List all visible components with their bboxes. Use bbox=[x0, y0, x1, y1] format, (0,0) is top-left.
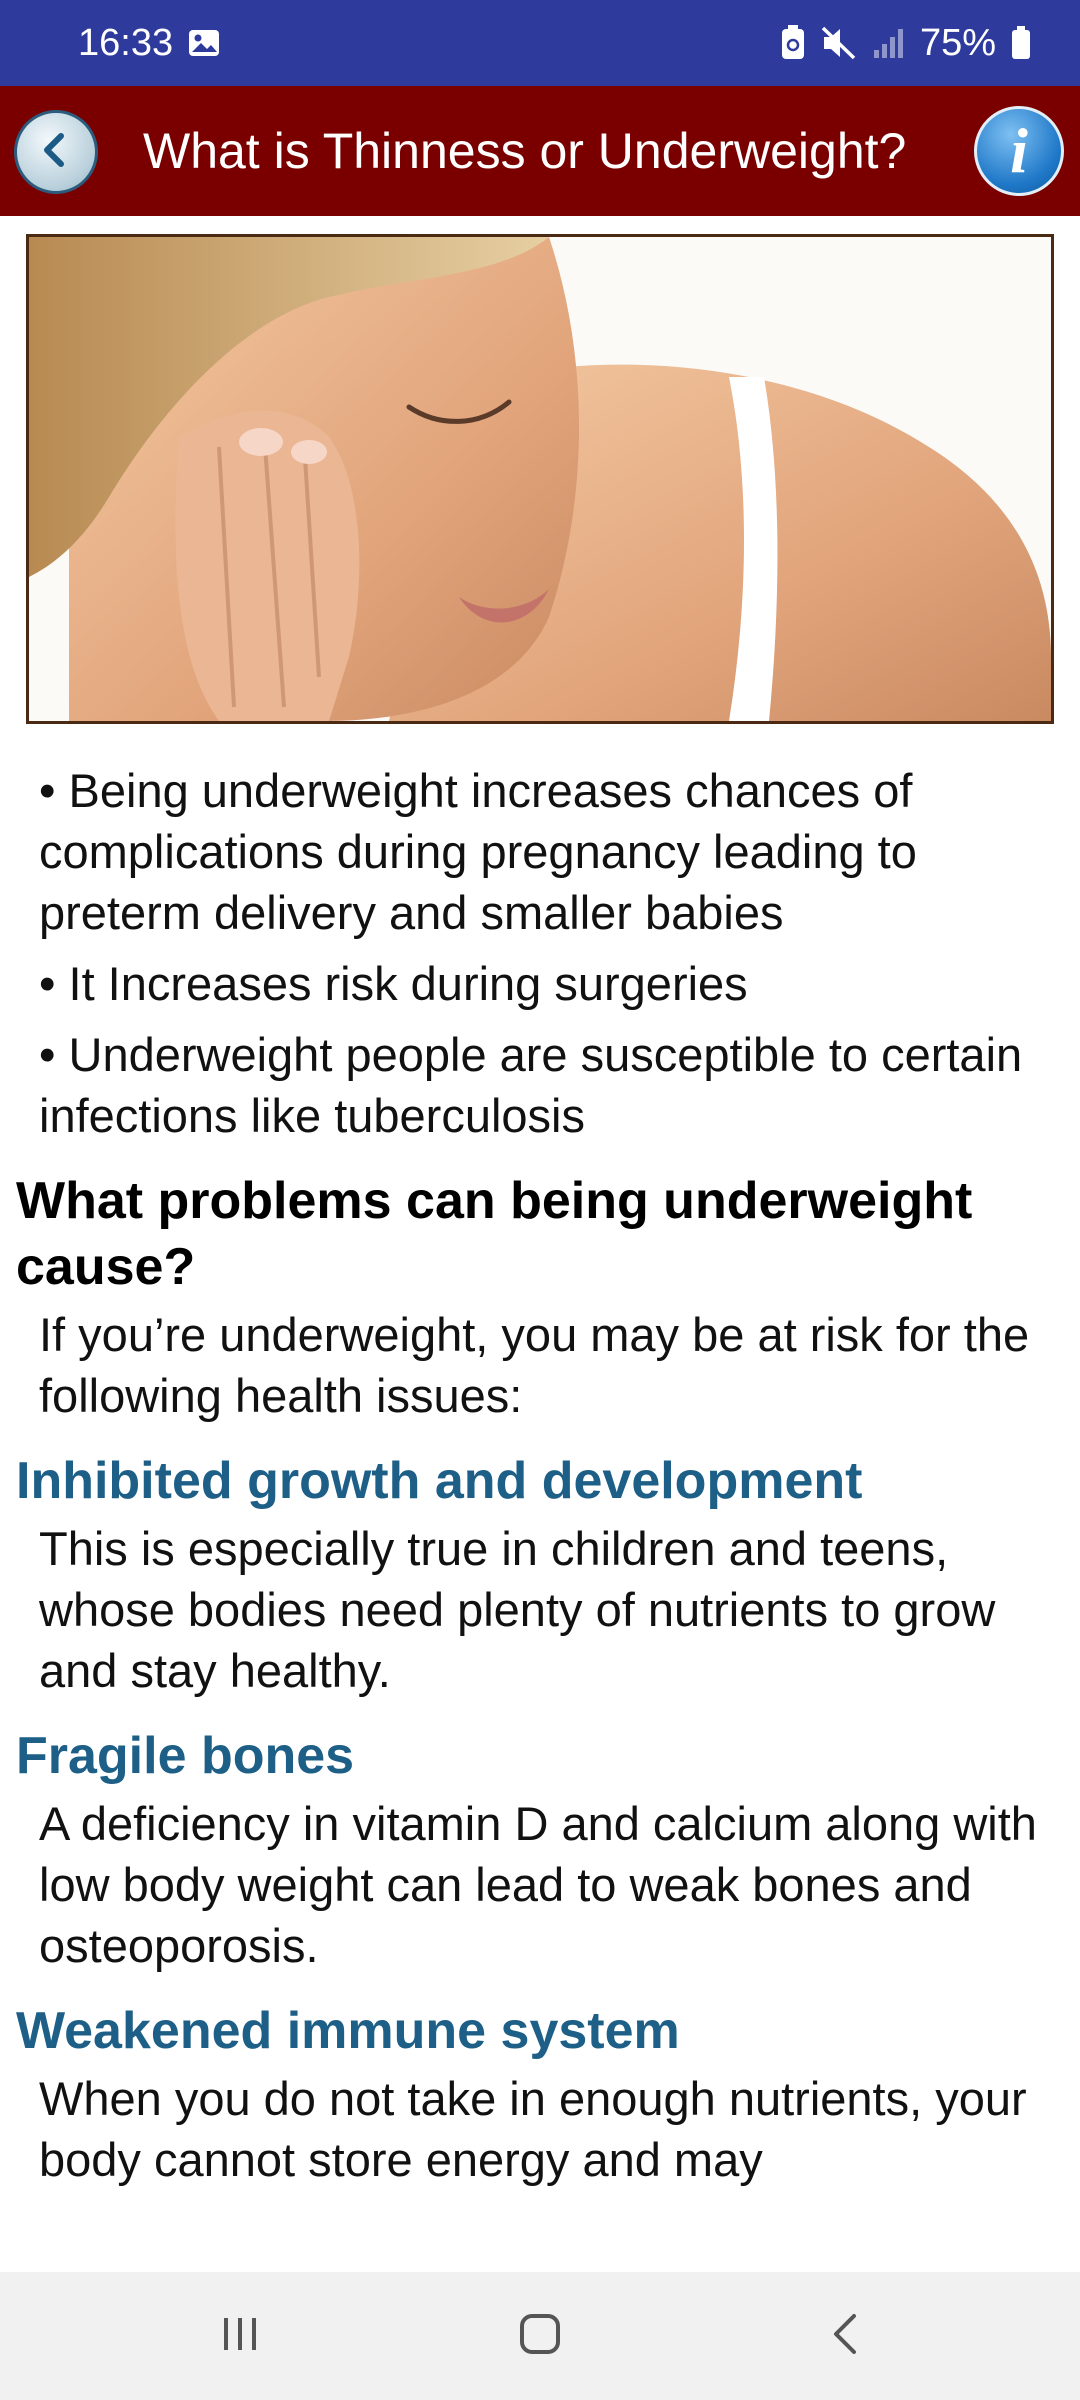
battery-saver-icon bbox=[780, 25, 806, 61]
status-time: 16:33 bbox=[78, 21, 174, 64]
status-bar: 16:33 75% bbox=[0, 0, 1080, 86]
signal-icon bbox=[872, 26, 906, 60]
issue-heading-bones: Fragile bones bbox=[16, 1727, 355, 1785]
back-icon bbox=[824, 2312, 868, 2361]
issue-heading-immune: Weakened immune system bbox=[16, 2002, 680, 2060]
article-content: • Being underweight increases chances of… bbox=[0, 760, 1080, 2190]
app-bar: What is Thinness or Underweight? i bbox=[0, 86, 1080, 216]
risk-list: • Being underweight increases chances of… bbox=[0, 760, 1080, 1146]
section-intro: If you’re underweight, you may be at ris… bbox=[39, 1308, 1030, 1422]
list-item: • It Increases risk during surgeries bbox=[39, 957, 748, 1010]
hero-image bbox=[26, 234, 1054, 724]
issue-text-immune: When you do not take in enough nutrients… bbox=[39, 2072, 1027, 2186]
issue-text-bones: A deficiency in vitamin D and calcium al… bbox=[39, 1797, 1037, 1972]
mute-icon bbox=[820, 25, 858, 61]
tired-woman-illustration bbox=[29, 237, 1051, 721]
issue-text-growth: This is especially true in children and … bbox=[39, 1522, 996, 1697]
battery-percent: 75% bbox=[919, 21, 996, 64]
home-button[interactable] bbox=[510, 2306, 570, 2366]
recent-apps-icon bbox=[218, 2312, 262, 2361]
section-heading: What problems can being underweight caus… bbox=[16, 1172, 973, 1296]
battery-icon bbox=[1010, 25, 1032, 61]
info-icon: i bbox=[1010, 115, 1028, 186]
info-button[interactable]: i bbox=[974, 106, 1064, 196]
status-left: 16:33 bbox=[78, 22, 221, 65]
issue-heading-growth: Inhibited growth and development bbox=[16, 1452, 863, 1510]
status-right: 75% bbox=[780, 22, 1032, 65]
back-button[interactable] bbox=[14, 110, 98, 194]
image-icon bbox=[187, 26, 221, 60]
recent-apps-button[interactable] bbox=[210, 2306, 270, 2366]
home-icon bbox=[516, 2310, 564, 2363]
page-title: What is Thinness or Underweight? bbox=[143, 123, 907, 179]
navigation-bar bbox=[0, 2272, 1080, 2400]
list-item: • Being underweight increases chances of… bbox=[39, 764, 917, 939]
back-arrow-icon bbox=[34, 128, 78, 177]
list-item: • Underweight people are susceptible to … bbox=[39, 1028, 1023, 1142]
nav-back-button[interactable] bbox=[816, 2306, 876, 2366]
